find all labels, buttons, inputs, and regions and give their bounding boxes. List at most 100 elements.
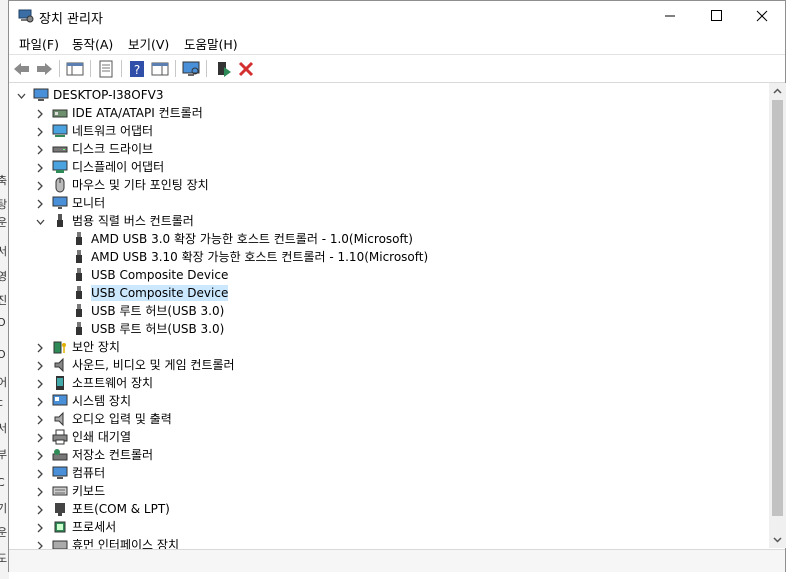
toolbar-separator (206, 60, 207, 77)
tree-item-icon (52, 447, 68, 463)
chevron-right-icon[interactable] (36, 487, 45, 497)
tree-expander[interactable] (36, 486, 45, 497)
chevron-right-icon[interactable] (36, 505, 45, 515)
tree-item-icon (71, 267, 87, 283)
tree-expander[interactable] (36, 378, 45, 389)
tree-item-icon (52, 177, 68, 193)
chevron-right-icon[interactable] (36, 181, 45, 191)
device-tree[interactable]: DESKTOP-I38OFV3 IDE ATA/ATAPI 컨트롤러 네트워크 어댑… (9, 82, 785, 549)
title-bar[interactable]: 장치 관리자 (9, 1, 785, 31)
tree-item-icon (52, 141, 68, 157)
scroll-up-icon[interactable] (769, 83, 786, 100)
tree-expander[interactable] (36, 198, 45, 209)
tree-expander[interactable] (36, 450, 45, 461)
forward-button[interactable] (34, 59, 54, 79)
tree-expander[interactable] (36, 432, 45, 443)
tree-expander[interactable] (36, 108, 45, 119)
tree-expander[interactable] (36, 504, 45, 515)
tree-item-label: 포트(COM & LPT) (72, 502, 170, 516)
status-bar (9, 549, 785, 572)
tree-item-icon (52, 501, 68, 517)
chevron-right-icon[interactable] (36, 361, 45, 371)
audio-icon (54, 411, 64, 427)
usb-device-icon (76, 286, 82, 299)
computer-icon (52, 466, 68, 479)
help-icon: ? (130, 61, 144, 77)
menu-action[interactable]: 동작(A) (72, 34, 113, 53)
tree-expander[interactable] (36, 360, 45, 371)
port-icon (55, 503, 65, 516)
maximize-icon (711, 10, 722, 21)
chevron-right-icon[interactable] (36, 343, 45, 353)
menu-file[interactable]: 파일(F) (19, 34, 59, 53)
tree-item-icon (52, 159, 68, 175)
tree-expander[interactable] (36, 522, 45, 533)
chevron-right-icon[interactable] (36, 163, 45, 173)
usb-device-icon (76, 250, 82, 263)
tree-expander[interactable] (17, 90, 26, 100)
menu-view[interactable]: 보기(V) (128, 34, 169, 53)
scrollbar-thumb[interactable] (772, 100, 783, 516)
update-driver-button[interactable] (213, 59, 233, 79)
printer-icon (52, 429, 68, 445)
tree-expander[interactable] (36, 396, 45, 407)
tree-expander[interactable] (36, 144, 45, 155)
chevron-right-icon[interactable] (36, 451, 45, 461)
usb-device-icon (76, 304, 82, 317)
uninstall-device-button[interactable] (236, 59, 256, 79)
forward-icon (37, 63, 52, 75)
tree-expander[interactable] (36, 414, 45, 425)
close-button[interactable] (739, 1, 785, 31)
device-manager-window: 장치 관리자 파일(F) 동작(A) 보기(V) 도움말(H) ? DESKTO… (8, 0, 786, 572)
chevron-right-icon[interactable] (36, 145, 45, 155)
chevron-down-icon[interactable] (36, 217, 45, 227)
help-button[interactable]: ? (127, 59, 147, 79)
chevron-right-icon[interactable] (36, 379, 45, 389)
disk-drive-icon (52, 146, 68, 153)
tree-item-label: 시스템 장치 (72, 394, 132, 408)
chevron-right-icon[interactable] (36, 469, 45, 479)
chevron-right-icon[interactable] (36, 433, 45, 443)
tree-item-icon (33, 87, 49, 103)
back-button[interactable] (12, 59, 32, 79)
tree-item-label: 디스플레이 어댑터 (72, 160, 165, 174)
chevron-down-icon[interactable] (17, 91, 26, 101)
vertical-scrollbar[interactable] (769, 83, 786, 548)
tree-expander[interactable] (36, 216, 45, 226)
chevron-right-icon[interactable] (36, 109, 45, 119)
background-text: O (0, 348, 6, 361)
properties-button[interactable] (96, 59, 116, 79)
tree-item-icon (52, 411, 68, 427)
toolbar: ? (9, 54, 785, 82)
tree-expander[interactable] (36, 342, 45, 353)
tree-expander[interactable] (36, 162, 45, 173)
tree-expander[interactable] (36, 126, 45, 137)
tree-item-icon (71, 231, 87, 247)
chevron-right-icon[interactable] (36, 127, 45, 137)
chevron-right-icon[interactable] (36, 199, 45, 209)
tree-item-icon (52, 483, 68, 499)
tree-expander[interactable] (36, 180, 45, 191)
scroll-down-icon[interactable] (769, 531, 786, 548)
tree-item-label: 소프트웨어 장치 (72, 376, 154, 390)
tree-item-label: 범용 직렬 버스 컨트롤러 (72, 214, 194, 228)
minimize-button[interactable] (647, 1, 693, 31)
tree-item-label: 저장소 컨트롤러 (72, 448, 154, 462)
back-icon (14, 63, 29, 75)
tree-expander[interactable] (36, 540, 45, 549)
tree-item-icon (71, 285, 87, 301)
scan-hardware-button[interactable] (181, 59, 201, 79)
action-pane-button[interactable] (150, 59, 170, 79)
maximize-button[interactable] (693, 1, 739, 31)
chevron-right-icon[interactable] (36, 541, 45, 549)
chevron-right-icon[interactable] (36, 415, 45, 425)
chevron-right-icon[interactable] (36, 523, 45, 533)
chevron-right-icon[interactable] (36, 397, 45, 407)
menu-help[interactable]: 도움말(H) (184, 34, 238, 53)
tree-expander[interactable] (36, 468, 45, 479)
tree-item-icon (71, 249, 87, 265)
tree-item-icon (52, 429, 68, 445)
console-tree-button[interactable] (65, 59, 85, 79)
tree-item-icon (71, 303, 87, 319)
usb-device-icon (76, 232, 82, 245)
